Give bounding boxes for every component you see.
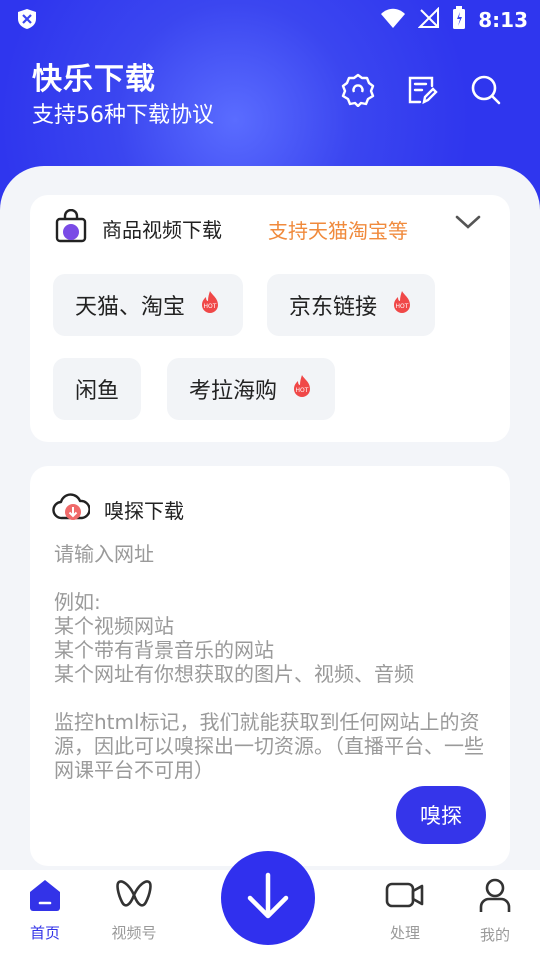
tab-channels[interactable]: 视频号 <box>94 878 174 943</box>
url-input[interactable]: 请输入网址 例如: 某个视频网站 某个带有背景音乐的网站 某个网址有你想获取的图… <box>54 542 484 782</box>
svg-text:HOT: HOT <box>296 387 309 394</box>
tab-label: 视频号 <box>111 924 157 942</box>
tab-label: 首页 <box>29 924 60 942</box>
hot-flame-icon: HOT <box>291 374 313 404</box>
tab-label: 处理 <box>389 924 420 942</box>
wifi-icon <box>380 7 406 33</box>
app-subtitle: 支持56种下载协议 <box>32 103 214 128</box>
hot-flame-icon: HOT <box>391 290 413 320</box>
chip-jd-link[interactable]: 京东链接 HOT <box>267 274 436 336</box>
chip-label: 京东链接 <box>289 295 378 320</box>
tab-mine[interactable]: 我的 <box>455 878 535 945</box>
note-edit-icon[interactable] <box>404 72 440 108</box>
sniff-download-card: 嗅探下载 请输入网址 例如: 某个视频网站 某个带有背景音乐的网站 某个网址有你… <box>30 466 510 866</box>
header-actions <box>340 72 504 108</box>
tab-process[interactable]: 处理 <box>365 878 445 943</box>
app-title: 快乐下载 <box>32 62 156 97</box>
channels-icon <box>114 878 154 916</box>
chip-label: 闲鱼 <box>75 379 120 404</box>
battery-icon <box>452 6 466 34</box>
hot-flame-icon: HOT <box>199 290 221 320</box>
chip-label: 天猫、淘宝 <box>75 295 186 320</box>
home-icon <box>27 878 63 916</box>
chip-kaola[interactable]: 考拉海购 HOT <box>167 358 336 420</box>
chip-label: 考拉海购 <box>189 379 278 404</box>
product-video-card: 商品视频下载 支持天猫淘宝等 天猫、淘宝 HOT 京东链接 HOT 闲鱼 考拉海… <box>30 195 510 442</box>
status-time: 8:13 <box>478 8 528 32</box>
no-signal-icon <box>417 6 440 33</box>
cloud-download-icon <box>52 492 91 526</box>
svg-text:HOT: HOT <box>396 303 409 310</box>
sniff-button[interactable]: 嗅探 <box>396 786 486 844</box>
promo-text: 支持天猫淘宝等 <box>268 219 408 243</box>
download-button[interactable] <box>221 851 315 945</box>
chevron-down-icon[interactable] <box>454 213 482 235</box>
tab-label: 我的 <box>479 926 510 944</box>
status-bar: 8:13 <box>0 0 540 36</box>
tab-home[interactable]: 首页 <box>5 878 85 943</box>
settings-icon[interactable] <box>340 72 376 108</box>
shopping-bag-icon <box>54 208 88 247</box>
search-icon[interactable] <box>468 72 504 108</box>
shield-icon <box>16 8 38 30</box>
chip-tmall-taobao[interactable]: 天猫、淘宝 HOT <box>53 274 244 336</box>
product-card-title: 商品视频下载 <box>102 217 222 242</box>
user-icon <box>478 878 512 918</box>
sniff-card-title: 嗅探下载 <box>104 498 184 523</box>
download-arrow-icon <box>245 871 291 925</box>
chip-xianyu[interactable]: 闲鱼 <box>53 358 142 420</box>
video-camera-icon <box>385 878 425 916</box>
svg-text:HOT: HOT <box>204 303 217 310</box>
